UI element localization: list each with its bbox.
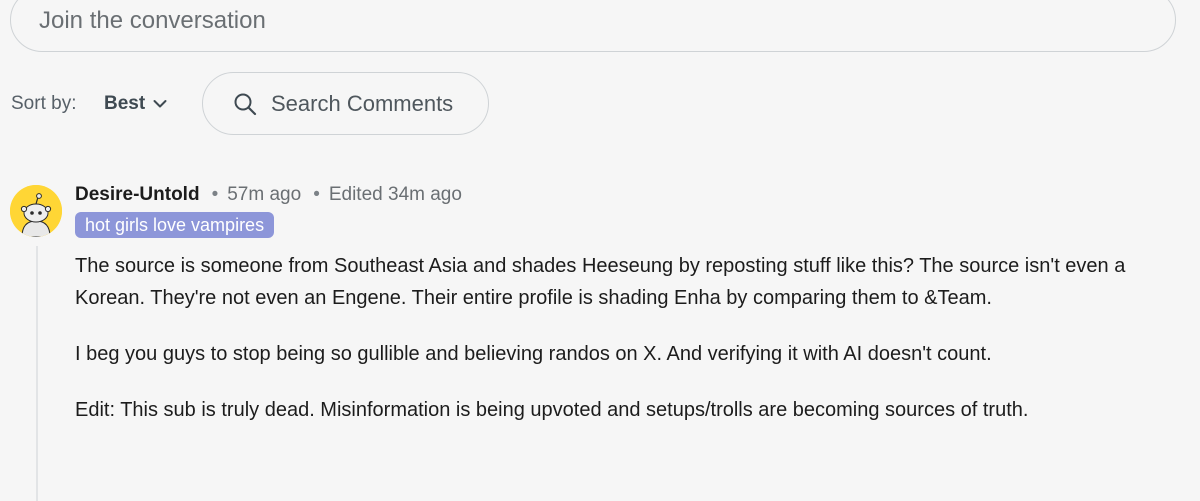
comment-edited-time: Edited 34m ago bbox=[328, 184, 462, 205]
snoo-avatar-icon bbox=[10, 185, 62, 237]
user-flair: hot girls love vampires bbox=[75, 212, 275, 238]
sort-dropdown-value: Best bbox=[104, 93, 146, 114]
comment-body: The source is someone from Southeast Asi… bbox=[75, 250, 1175, 450]
comment-posted-time: 57m ago bbox=[227, 184, 302, 205]
comment-paragraph: Edit: This sub is truly dead. Misinforma… bbox=[75, 399, 1029, 421]
sort-dropdown[interactable]: Best bbox=[92, 84, 179, 124]
comment-paragraph: I beg you guys to stop being so gullible… bbox=[75, 343, 992, 365]
separator-dot: • bbox=[313, 184, 320, 205]
search-comments-label: Search Comments bbox=[271, 90, 454, 116]
sort-by-label: Sort by: bbox=[11, 93, 77, 114]
comment-username[interactable]: Desire-Untold bbox=[75, 184, 200, 206]
join-conversation-placeholder: Join the conversation bbox=[39, 7, 266, 34]
comment-header: Desire-Untold • 57m ago • Edited 34m ago bbox=[75, 184, 462, 206]
comments-section: Join the conversation Sort by: Best Sear… bbox=[0, 0, 1200, 501]
search-icon bbox=[233, 92, 257, 116]
search-comments-button[interactable]: Search Comments bbox=[202, 72, 489, 135]
thread-line[interactable] bbox=[36, 246, 38, 501]
separator-dot: • bbox=[211, 184, 219, 205]
chevron-down-icon bbox=[153, 99, 167, 109]
comment-paragraph: The source is someone from Southeast Asi… bbox=[75, 255, 1126, 309]
join-conversation-input[interactable]: Join the conversation bbox=[10, 0, 1176, 52]
avatar[interactable] bbox=[10, 185, 62, 237]
